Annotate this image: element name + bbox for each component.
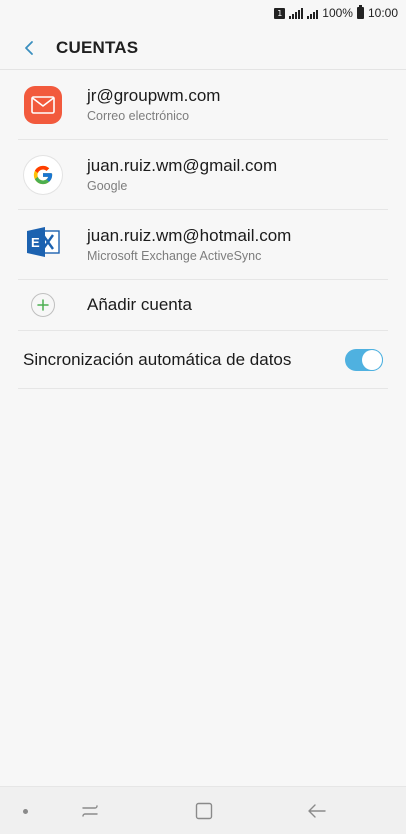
account-type: Correo electrónico — [87, 108, 190, 123]
recent-apps-icon[interactable] — [78, 799, 102, 823]
sim-slot-icon: 1 — [274, 7, 286, 19]
plus-icon — [31, 293, 55, 317]
signal-bars-icon — [307, 7, 319, 19]
accounts-list: jr@groupwm.com Correo electrónico juan.r… — [0, 70, 406, 389]
account-type: Microsoft Exchange ActiveSync — [87, 248, 262, 263]
nav-dot-icon — [23, 809, 28, 814]
account-type: Google — [87, 178, 128, 193]
toggle-knob — [362, 349, 382, 370]
page-title: CUENTAS — [56, 37, 139, 57]
battery-icon — [356, 5, 364, 19]
exchange-icon: E — [25, 225, 61, 264]
account-row-email[interactable]: jr@groupwm.com Correo electrónico — [18, 70, 388, 140]
svg-text:E: E — [31, 235, 40, 250]
google-icon — [24, 155, 62, 194]
account-name: jr@groupwm.com — [87, 85, 221, 105]
app-header: CUENTAS — [0, 26, 406, 70]
battery-percent: 100% — [322, 6, 353, 20]
add-account-label: Añadir cuenta — [87, 295, 192, 314]
clock: 10:00 — [367, 6, 398, 20]
add-account-button[interactable]: Añadir cuenta — [18, 280, 388, 331]
status-bar: 1 100% 10:00 — [0, 0, 406, 26]
auto-sync-row: Sincronización automática de datos — [18, 331, 388, 389]
email-icon — [24, 85, 62, 124]
account-name: juan.ruiz.wm@hotmail.com — [87, 225, 292, 245]
auto-sync-toggle[interactable] — [345, 348, 383, 371]
account-row-google[interactable]: juan.ruiz.wm@gmail.com Google — [18, 140, 388, 210]
back-icon[interactable] — [305, 799, 329, 823]
auto-sync-label: Sincronización automática de datos — [23, 349, 292, 369]
account-name: juan.ruiz.wm@gmail.com — [87, 155, 278, 175]
home-icon[interactable] — [192, 799, 216, 823]
account-row-exchange[interactable]: E juan.ruiz.wm@hotmail.com Microsoft Exc… — [18, 210, 388, 280]
navigation-bar — [0, 786, 406, 834]
back-arrow-icon[interactable] — [18, 37, 40, 59]
signal-icon — [289, 7, 304, 19]
